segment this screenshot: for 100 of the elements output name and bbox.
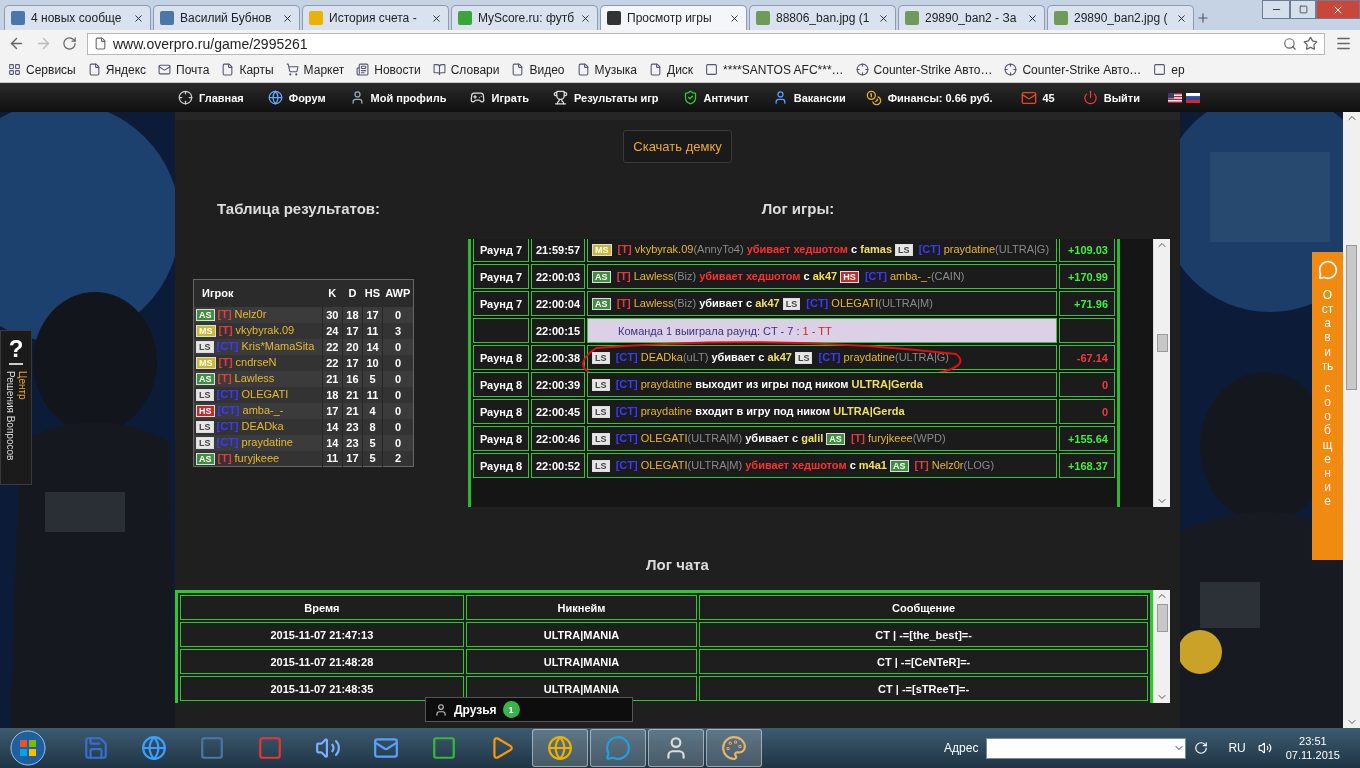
weapon-name: ULTRA|Gerda bbox=[851, 378, 923, 390]
nav-link[interactable]: Форум bbox=[267, 90, 326, 105]
nav-link[interactable]: Вакансии bbox=[772, 90, 846, 105]
friends-bar[interactable]: Друзья 1 bbox=[425, 697, 633, 722]
browser-tab[interactable]: 88806_ban.jpg (1 bbox=[749, 5, 896, 30]
close-icon[interactable] bbox=[1027, 12, 1038, 24]
points-cell: +168.37 bbox=[1059, 453, 1115, 478]
clan-tag: (LOG) bbox=[963, 459, 995, 471]
close-icon[interactable] bbox=[133, 12, 144, 24]
headshot-text: убивает хедшотом bbox=[699, 270, 801, 282]
team-tag: [T] bbox=[217, 372, 232, 384]
messages-link[interactable]: 45 bbox=[1020, 89, 1055, 106]
close-icon[interactable] bbox=[1176, 12, 1187, 24]
clan-tag: (ULTRA|M) bbox=[687, 432, 743, 444]
back-icon[interactable] bbox=[8, 35, 25, 52]
browser-tab[interactable]: 29890_ban2.jpg ( bbox=[1047, 5, 1194, 30]
bookmark-link[interactable]: Маркет bbox=[285, 62, 345, 77]
download-demo-button[interactable]: Скачать демку bbox=[623, 129, 732, 163]
nav-link[interactable]: Мой профиль bbox=[349, 90, 447, 105]
page-scrollbar[interactable] bbox=[1343, 112, 1360, 728]
bookmark-link[interactable]: Карты bbox=[221, 62, 274, 77]
action-text: с bbox=[803, 270, 810, 282]
flag-icon[interactable] bbox=[1186, 92, 1200, 103]
nav-link[interactable]: Главная bbox=[178, 90, 244, 105]
bookmark-link[interactable]: ****SANTOS AFC***… bbox=[705, 62, 844, 77]
player-name: Lawless bbox=[234, 372, 275, 384]
bookmark-link[interactable]: Counter-Strike Авто… bbox=[1004, 62, 1142, 77]
time-cell: 21:59:57 bbox=[531, 239, 586, 262]
close-icon[interactable] bbox=[729, 12, 740, 24]
taskbar-app-button[interactable] bbox=[648, 729, 704, 767]
scrollbar-thumb[interactable] bbox=[1157, 334, 1168, 352]
round-result-text: Команда 1 выиграла раунд: CT - 7 : bbox=[618, 324, 800, 337]
section-title: Лог чата bbox=[645, 556, 710, 573]
points-cell: +155.64 bbox=[1059, 426, 1115, 451]
bookmark-link[interactable]: Яндекс bbox=[87, 62, 147, 77]
square-icon bbox=[1153, 63, 1167, 76]
rank-badge: AS bbox=[826, 433, 845, 445]
bookmark-link[interactable]: ep bbox=[1153, 62, 1185, 77]
new-tab-icon[interactable] bbox=[1196, 11, 1210, 25]
flag-icon[interactable] bbox=[1168, 92, 1182, 103]
address-bar[interactable]: www.overpro.ru/game/2995261 bbox=[87, 32, 1325, 55]
nav-link[interactable]: Результаты игр bbox=[552, 90, 659, 105]
bookmark-link[interactable]: Почта bbox=[158, 62, 210, 77]
team-tag: [CT] bbox=[217, 404, 240, 416]
close-icon[interactable] bbox=[580, 12, 591, 24]
taskbar-app-button[interactable] bbox=[532, 729, 588, 767]
page-icon bbox=[511, 63, 525, 76]
bookmark-link[interactable]: Новости bbox=[356, 62, 421, 77]
reload-icon[interactable] bbox=[62, 36, 77, 51]
scrollbar-thumb[interactable] bbox=[1346, 245, 1357, 390]
time-cell: 2015-11-07 21:47:13 bbox=[180, 622, 464, 647]
count-badge: 1 bbox=[502, 701, 520, 718]
close-icon[interactable] bbox=[431, 12, 442, 24]
browser-tab[interactable]: MyScore.ru: футб bbox=[451, 5, 598, 30]
bookmark-link[interactable]: Словари bbox=[432, 62, 500, 77]
finance-link[interactable]: Финансы: 0.66 руб. bbox=[865, 89, 993, 106]
section-title: Таблица результатов: bbox=[216, 200, 382, 217]
go-icon[interactable] bbox=[1194, 741, 1209, 755]
bookmark-link[interactable]: Counter-Strike Авто… bbox=[855, 62, 993, 77]
maximize-button[interactable] bbox=[1290, 0, 1316, 19]
address-input[interactable] bbox=[986, 737, 1187, 759]
user-icon bbox=[772, 90, 788, 105]
star-icon[interactable] bbox=[1303, 36, 1318, 51]
team-tag: [CT] bbox=[918, 243, 941, 255]
speaker-icon[interactable] bbox=[1257, 741, 1272, 755]
browser-tab[interactable]: История счета - bbox=[302, 5, 449, 30]
clan-tag: (uLT) bbox=[682, 351, 709, 363]
bookmark-link[interactable]: Видео bbox=[511, 62, 565, 77]
newspaper-icon bbox=[356, 63, 370, 76]
help-tab[interactable]: ? Центр Решения Вопросов bbox=[0, 330, 32, 485]
stat-cell: 0 bbox=[382, 306, 414, 323]
clock[interactable]: 23:51 07.11.2015 bbox=[1285, 734, 1340, 762]
bookmark-link[interactable]: Сервисы bbox=[8, 62, 76, 77]
scrollbar[interactable] bbox=[1153, 590, 1170, 703]
browser-tab[interactable]: Просмотр игры bbox=[600, 5, 747, 30]
nav-link[interactable]: Античит bbox=[682, 90, 749, 105]
search-icon[interactable] bbox=[1283, 36, 1297, 51]
time-cell: 22:00:52 bbox=[531, 453, 586, 478]
scrollbar-thumb[interactable] bbox=[1157, 604, 1168, 632]
browser-tab[interactable]: Василий Бубнов bbox=[153, 5, 300, 30]
logout-link[interactable]: Выйти bbox=[1082, 90, 1140, 105]
action-text: с bbox=[851, 243, 858, 255]
points-cell: -67.14 bbox=[1059, 345, 1115, 370]
bookmark-link[interactable]: Музыка bbox=[576, 62, 637, 77]
close-icon[interactable] bbox=[878, 12, 889, 24]
scrollbar[interactable] bbox=[1153, 239, 1170, 507]
minimize-button[interactable] bbox=[1262, 0, 1290, 19]
browser-tab[interactable]: 29890_ban2 - За bbox=[898, 5, 1045, 30]
rank-badge: LS bbox=[592, 379, 610, 391]
browser-tab[interactable]: 4 новых сообще bbox=[4, 5, 151, 30]
language-indicator[interactable]: RU bbox=[1228, 741, 1246, 755]
team-tag: [T] bbox=[850, 432, 865, 444]
nav-link[interactable]: Играть bbox=[470, 90, 529, 105]
taskbar-app-button[interactable] bbox=[590, 729, 646, 767]
bookmark-link[interactable]: Диск bbox=[649, 62, 694, 77]
menu-icon[interactable] bbox=[1335, 35, 1352, 52]
close-icon[interactable] bbox=[282, 12, 293, 24]
square-app-icon bbox=[431, 735, 457, 761]
friends-label: Друзья bbox=[454, 702, 497, 717]
taskbar-app-button[interactable] bbox=[706, 729, 762, 767]
